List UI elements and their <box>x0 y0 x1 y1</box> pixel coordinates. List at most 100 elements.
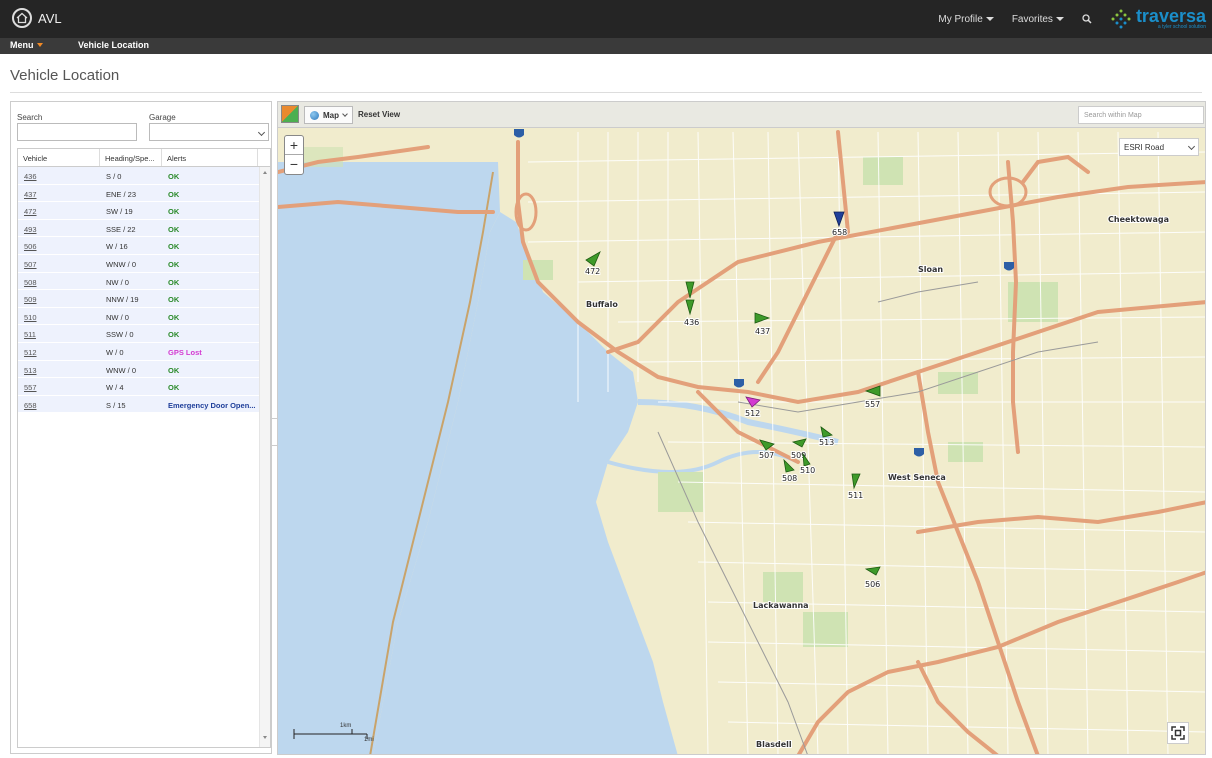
heading-speed-cell: S / 0 <box>106 172 122 181</box>
table-row[interactable]: 506 W / 16 OK <box>18 237 270 255</box>
vehicle-link[interactable]: 512 <box>18 343 100 360</box>
scroll-down-arrow-icon[interactable] <box>263 736 267 739</box>
alert-cell: OK <box>168 172 180 181</box>
vehicle-link[interactable]: 506 <box>18 237 100 254</box>
heading-speed-cell: ENE / 23 <box>106 189 137 199</box>
svg-text:507: 507 <box>759 451 774 460</box>
column-header-vehicle[interactable]: Vehicle <box>18 149 100 166</box>
brand-name: traversa <box>1135 6 1206 26</box>
alert-cell: OK <box>168 207 180 217</box>
table-scrollbar[interactable] <box>259 167 270 747</box>
table-row[interactable]: 436 S / 0 OK <box>18 167 270 185</box>
vehicle-link[interactable]: 511 <box>18 325 100 342</box>
reset-view-button[interactable]: Reset View <box>358 110 400 119</box>
heading-speed-cell: SSW / 0 <box>106 330 134 340</box>
scroll-up-arrow-icon[interactable] <box>263 171 267 174</box>
map-canvas[interactable]: Buffalo Sloan Cheektowaga West Seneca La… <box>278 102 1206 755</box>
table-row[interactable]: 437 ENE / 23 OK <box>18 184 270 203</box>
search-icon[interactable] <box>1082 14 1092 24</box>
basemap-dropdown-label: Map <box>323 110 339 120</box>
table-row[interactable]: 510 NW / 0 OK <box>18 307 270 326</box>
svg-text:508: 508 <box>782 474 797 483</box>
alert-cell: OK <box>168 277 180 287</box>
place-label-lackawanna: Lackawanna <box>753 601 809 610</box>
heading-speed-cell: NNW / 19 <box>106 295 139 305</box>
column-header-heading[interactable]: Heading/Spe... <box>100 149 162 166</box>
table-row[interactable]: 509 NNW / 19 OK <box>18 290 270 308</box>
vehicle-link[interactable]: 557 <box>18 378 100 395</box>
menu-button[interactable]: Menu <box>10 40 43 50</box>
chevron-down-icon <box>257 128 266 137</box>
table-row[interactable]: 472 SW / 19 OK <box>18 202 270 220</box>
brand-logo: traversa a tyler school solution <box>1110 6 1206 30</box>
vehicle-link[interactable]: 493 <box>18 220 100 237</box>
alert-cell: OK <box>168 365 180 375</box>
table-row[interactable]: 511 SSW / 0 OK <box>18 325 270 343</box>
vehicle-link[interactable]: 472 <box>18 202 100 219</box>
vehicle-link[interactable]: 513 <box>18 361 100 378</box>
zoom-in-button[interactable]: + <box>285 136 303 155</box>
map-scale-bar: 1km 1mi <box>292 723 382 746</box>
table-row[interactable]: 658 S / 15 Emergency Door Open... <box>18 395 270 414</box>
vehicle-marker-437[interactable]: 437 <box>754 312 771 337</box>
fullscreen-icon[interactable] <box>1167 722 1189 744</box>
heading-speed-cell: WNW / 0 <box>106 259 136 269</box>
vehicle-marker-506[interactable]: 506 <box>864 566 881 590</box>
favorites-label: Favorites <box>1011 13 1053 25</box>
alert-cell: OK <box>168 189 180 199</box>
alert-cell: GPS Lost <box>168 347 202 357</box>
table-row[interactable]: 512 W / 0 GPS Lost <box>18 342 270 361</box>
heading-speed-cell: NW / 0 <box>106 312 129 322</box>
garage-label: Garage <box>149 113 176 122</box>
alert-cell: OK <box>168 383 180 393</box>
place-label-blasdell: Blasdell <box>756 740 792 749</box>
vehicle-link[interactable]: 658 <box>18 396 100 413</box>
vehicle-link[interactable]: 507 <box>18 255 100 272</box>
vehicle-marker-511[interactable]: 511 <box>847 473 864 501</box>
garage-select[interactable] <box>149 123 269 141</box>
heading-speed-cell: WNW / 0 <box>106 365 136 375</box>
vehicle-link[interactable]: 436 <box>18 167 100 184</box>
basemap-dropdown[interactable]: Map <box>304 106 353 124</box>
map-search-input[interactable]: Search within Map <box>1078 106 1204 124</box>
vehicle-link[interactable]: 509 <box>18 290 100 307</box>
svg-text:511: 511 <box>848 491 863 500</box>
esri-basemap-select[interactable]: ESRI Road <box>1119 138 1199 156</box>
table-row[interactable]: 508 NW / 0 OK <box>18 272 270 291</box>
caret-down-icon <box>985 17 994 21</box>
vehicle-link[interactable]: 508 <box>18 273 100 290</box>
vehicle-list-panel: Search Garage Vehicle Heading/Spe... Ale… <box>10 101 272 754</box>
svg-text:513: 513 <box>819 438 834 447</box>
heading-speed-cell: SSE / 22 <box>106 224 136 234</box>
page-title: Vehicle Location <box>10 67 120 84</box>
menu-label: Menu <box>10 40 34 50</box>
my-profile-menu[interactable]: My Profile <box>938 14 994 25</box>
column-header-alerts[interactable]: Alerts <box>162 149 258 166</box>
svg-text:557: 557 <box>865 400 880 409</box>
map-view[interactable]: Buffalo Sloan Cheektowaga West Seneca La… <box>277 101 1206 755</box>
brand-dots-icon <box>1111 9 1131 29</box>
caret-down-icon <box>36 43 43 47</box>
heading-speed-cell: W / 0 <box>106 347 124 357</box>
table-row[interactable]: 493 SSE / 22 OK <box>18 219 270 238</box>
table-row[interactable]: 557 W / 4 OK <box>18 378 270 396</box>
svg-text:506: 506 <box>865 580 880 589</box>
vehicle-marker-472[interactable]: 472 <box>584 251 601 277</box>
app-logo[interactable]: AVL <box>12 8 62 28</box>
table-row[interactable]: 513 WNW / 0 OK <box>18 360 270 379</box>
favorites-menu[interactable]: Favorites <box>1012 14 1064 25</box>
breadcrumb[interactable]: Vehicle Location <box>78 40 149 50</box>
svg-text:512: 512 <box>745 409 760 418</box>
vehicle-marker-508[interactable]: 508 <box>781 458 798 484</box>
zoom-out-button[interactable]: − <box>285 155 303 174</box>
table-row[interactable]: 507 WNW / 0 OK <box>18 254 270 273</box>
layer-icon[interactable] <box>281 105 299 123</box>
vehicle-link[interactable]: 437 <box>18 185 100 202</box>
search-input[interactable] <box>17 123 137 141</box>
alert-cell: OK <box>168 259 180 269</box>
table-body: 436 S / 0 OK 437 ENE / 23 OK 472 SW / 19 OK 493 SS… <box>18 167 270 414</box>
table-header: Vehicle Heading/Spe... Alerts <box>18 149 270 167</box>
vehicle-link[interactable]: 510 <box>18 308 100 325</box>
heading-speed-cell: S / 15 <box>106 400 126 410</box>
vehicle-marker-512[interactable]: 512 <box>744 396 761 419</box>
